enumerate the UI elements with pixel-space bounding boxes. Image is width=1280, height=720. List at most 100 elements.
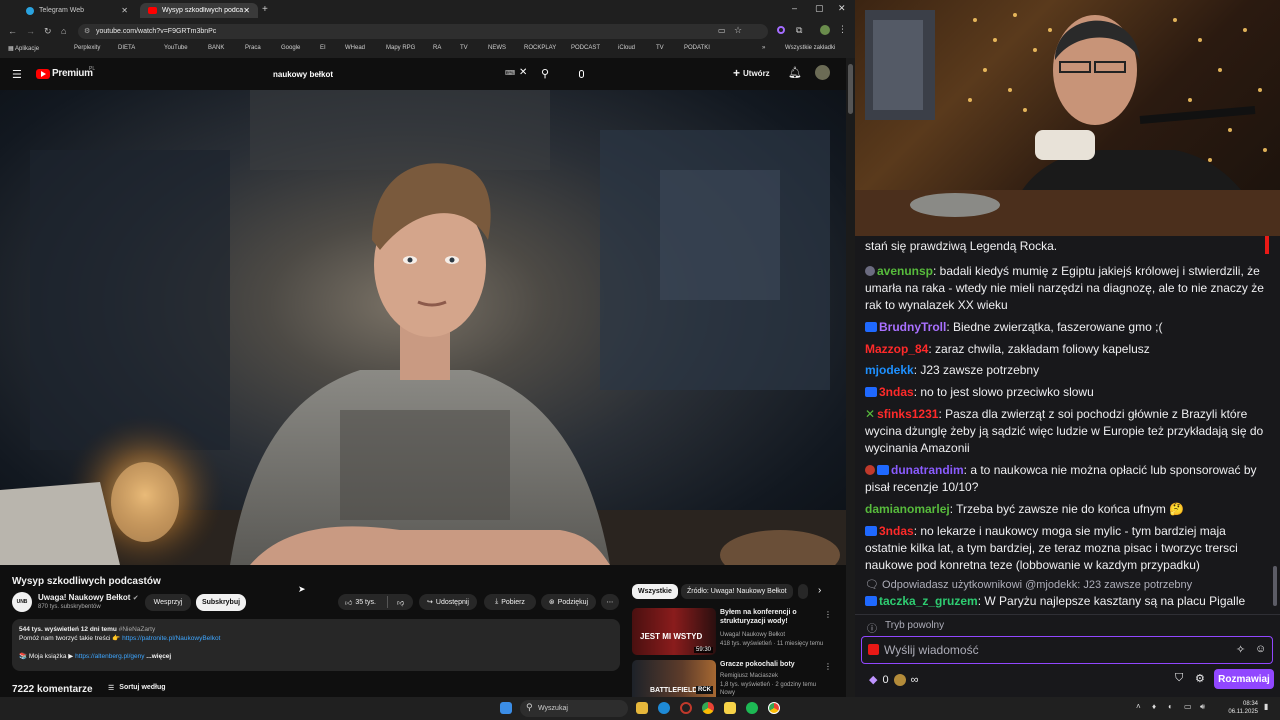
bookmark-item[interactable]: Google (281, 45, 300, 51)
close-icon[interactable]: ✕ (243, 6, 250, 15)
close-icon[interactable]: ✕ (121, 6, 128, 15)
tray-icon[interactable]: ♦ (1152, 702, 1156, 711)
bookmark-item[interactable]: WHead (345, 45, 365, 51)
emote-icon[interactable]: ☺ (1255, 643, 1266, 655)
more-actions-icon[interactable]: ⋯ (601, 594, 619, 610)
window-close-icon[interactable]: ✕ (838, 3, 846, 14)
chrome-active-icon[interactable] (768, 702, 780, 714)
bookmark-item[interactable]: RA (433, 45, 441, 51)
address-bar[interactable]: ⚙ youtube.com/watch?v=F9GRTm3bnPc ▭ ☆ (78, 24, 768, 39)
bookmark-item[interactable]: TV (460, 45, 468, 51)
video-player[interactable] (0, 90, 846, 565)
bookmark-item[interactable]: BANK (208, 45, 224, 51)
back-icon[interactable]: ← (8, 26, 17, 36)
taskbar-search[interactable]: ⚲ Wyszukaj (520, 700, 628, 717)
share-button[interactable]: ↪ Udostępnij (419, 594, 477, 610)
maximize-icon[interactable]: ▢ (815, 3, 824, 14)
chat-username[interactable]: sfinks1231 (877, 407, 938, 421)
tray-chevron-icon[interactable]: ˄ (1136, 702, 1141, 711)
gear-icon[interactable]: ⚙ (1195, 672, 1205, 685)
tab-youtube[interactable]: Wysyp szkodliwych podcastów ✕ (140, 3, 258, 18)
bookmark-item[interactable]: Mapy RPG (386, 45, 415, 51)
chat-username[interactable]: Mazzop_84 (865, 342, 928, 356)
bookmark-item[interactable]: TV (656, 45, 664, 51)
windows-start-icon[interactable] (500, 702, 512, 714)
show-more-link[interactable]: ...więcej (146, 653, 171, 660)
extension-icon[interactable] (777, 26, 785, 34)
all-bookmarks[interactable]: Wszystkie zakładki (785, 45, 835, 51)
bookmarks-overflow-icon[interactable]: » (762, 45, 765, 51)
hashtag[interactable]: #NieNaZarty (119, 626, 155, 633)
new-tab-icon[interactable]: + (262, 4, 268, 15)
bookmark-item[interactable]: EI (320, 45, 326, 51)
chip-all[interactable]: Wszystkie (632, 584, 678, 599)
bits-icon[interactable]: ✧ (1236, 643, 1245, 656)
mic-icon[interactable] (571, 64, 591, 84)
profile-avatar[interactable] (820, 25, 830, 35)
chat-scrollbar[interactable] (1273, 566, 1277, 606)
avatar[interactable] (815, 65, 830, 80)
edge-icon[interactable] (658, 702, 670, 714)
bookmark-apps[interactable]: ▦ Aplikacje (8, 45, 39, 52)
chip-next-partial[interactable] (798, 584, 808, 599)
recommendation-item[interactable]: JEST MI WSTYD 59:30 Byłem na konferencji… (632, 608, 832, 655)
volume-icon[interactable]: 🔊︎ (1200, 702, 1205, 712)
chat-message-input[interactable]: Wyślij wiadomość ✧ ☺ (861, 636, 1273, 664)
create-button[interactable]: + Utwórz (733, 66, 770, 80)
site-info-icon[interactable]: ⚙ (84, 27, 90, 35)
video-thumbnail[interactable]: JEST MI WSTYD 59:30 (632, 608, 716, 655)
bookmark-item[interactable]: iCloud (618, 45, 635, 51)
keyboard-icon[interactable]: ⌨ (505, 69, 515, 77)
scrollbar-thumb[interactable] (848, 64, 853, 114)
subscribe-button[interactable]: Subskrybuj (196, 594, 246, 611)
thumbs-down-icon[interactable]: 👎︎ (397, 598, 404, 607)
chip-source[interactable]: Źródło: Uwaga! Naukowy Bełkot (681, 584, 793, 599)
bookmark-item[interactable]: ROCKPLAY (524, 45, 556, 51)
channel-points[interactable]: ◆ 0 ∞ (869, 673, 918, 686)
more-options-icon[interactable]: ⋮ (824, 662, 832, 671)
channel-name[interactable]: Uwaga! Naukowy Bełkot ✔ (38, 593, 139, 602)
bookmark-item[interactable]: PODATKI (684, 45, 710, 51)
search-icon[interactable]: ⚲ (541, 67, 549, 80)
youtube-premium-logo[interactable]: Premium (52, 68, 93, 79)
bookmark-item[interactable]: DIETA (118, 45, 135, 51)
chat-username[interactable]: avenunsp (877, 264, 933, 278)
video-description[interactable]: 544 tys. wyświetleń 12 dni temu #NieNaZa… (12, 619, 620, 671)
shield-icon[interactable]: ⛉ (1175, 672, 1183, 685)
home-icon[interactable]: ⌂ (61, 26, 66, 36)
file-explorer-icon[interactable] (636, 702, 648, 714)
patronite-link[interactable]: https://patronite.pl/NaukowyBelkot (122, 635, 220, 642)
sort-comments-button[interactable]: ☰ Sortuj według (108, 684, 166, 692)
search-input[interactable]: naukowy bełkot ⌨ ✕ (265, 64, 537, 84)
chat-username[interactable]: mjodekk (865, 363, 914, 377)
clear-search-icon[interactable]: ✕ (519, 67, 527, 78)
chat-username[interactable]: damianomarlej (865, 502, 950, 516)
network-icon[interactable]: ▭ (1184, 702, 1192, 711)
star-icon[interactable]: ☆ (734, 25, 742, 36)
bell-icon[interactable]: 🔔︎ (788, 66, 802, 79)
hamburger-menu-icon[interactable]: ☰ (12, 68, 22, 81)
minimize-icon[interactable]: – (792, 3, 797, 13)
cast-icon[interactable]: ▭ (718, 26, 726, 35)
chat-username[interactable]: 3ndas (879, 385, 914, 399)
download-button[interactable]: ⤓ Pobierz (484, 594, 536, 610)
opera-icon[interactable] (680, 702, 692, 714)
chat-username[interactable]: BrudnyTroll (879, 320, 946, 334)
book-link[interactable]: https://altenberg.pl/geny (75, 653, 144, 660)
notes-icon[interactable] (724, 702, 736, 714)
bookmark-item[interactable]: Perplexity (74, 45, 100, 51)
tab-telegram[interactable]: Telegram Web ✕ (18, 3, 136, 18)
bookmark-item[interactable]: PODCAST (571, 45, 600, 51)
like-button[interactable]: 👍︎ 35 tys. 👎︎ (338, 594, 413, 610)
support-button[interactable]: Wesprzyj (145, 594, 191, 611)
tray-icon[interactable]: ◐ (1168, 702, 1173, 711)
thanks-button[interactable]: ⊛ Podziękuj (541, 594, 596, 610)
chat-username[interactable]: taczka_z_gruzem (879, 594, 978, 608)
extensions-puzzle-icon[interactable]: ⧉ (796, 25, 802, 36)
chevron-right-icon[interactable]: › (818, 585, 821, 596)
reload-icon[interactable]: ↻ (44, 26, 52, 37)
more-options-icon[interactable]: ⋮ (824, 610, 832, 619)
scrollbar-track[interactable] (846, 58, 855, 697)
forward-icon[interactable]: → (26, 26, 35, 36)
system-clock[interactable]: 08:34 06.11.2025 (1222, 700, 1258, 716)
